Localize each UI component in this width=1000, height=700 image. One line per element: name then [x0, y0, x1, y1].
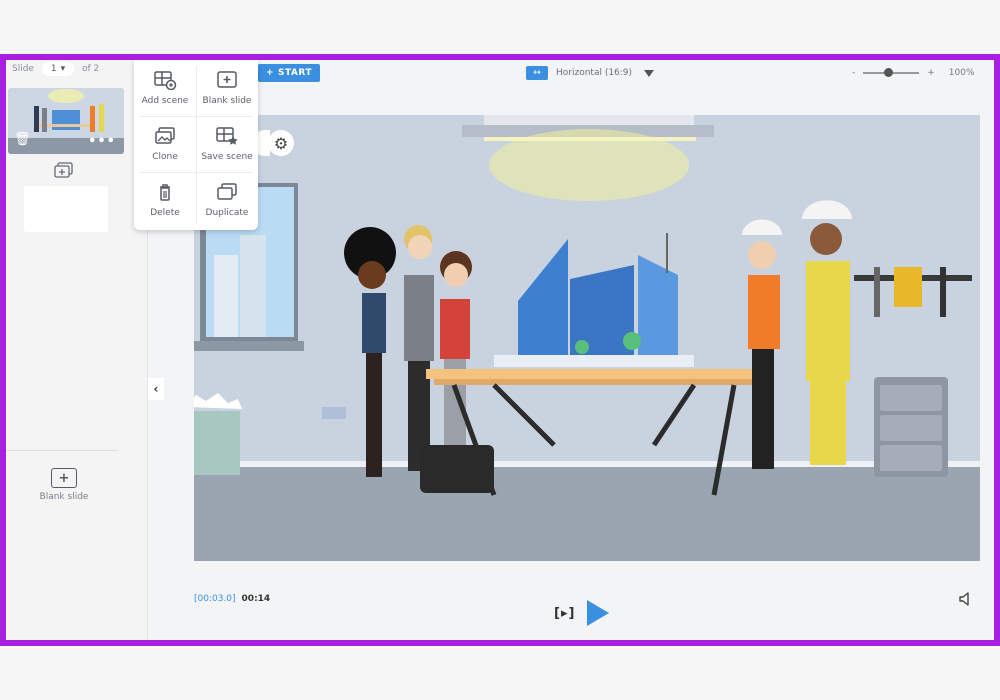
slide-label: Slide	[12, 64, 34, 74]
zoom-slider-handle[interactable]	[884, 68, 894, 77]
more-options-icon[interactable]: •••	[88, 134, 116, 149]
sidebar-divider	[6, 450, 118, 451]
caret-down-icon	[644, 69, 655, 77]
playback-time: [00:03.0] 00:14	[194, 594, 270, 604]
add-scene-label: Add scene	[141, 96, 189, 106]
slide-number-select[interactable]: 1 ▾	[41, 62, 74, 76]
app-window: Slide 1 ▾ of 2 🗑 ••• + Blank slide Add s…	[0, 54, 1000, 646]
zoom-in-button[interactable]: +	[927, 68, 935, 78]
trash-icon	[160, 184, 170, 201]
volume-icon[interactable]	[958, 592, 974, 606]
slide-thumbnail[interactable]: 🗑 •••	[8, 88, 124, 154]
blank-slide-icon	[217, 71, 237, 88]
orientation-select[interactable]: ↔ Horizontal (16:9)	[526, 66, 655, 80]
scene-canvas[interactable]	[194, 115, 980, 561]
slide-navigator: Slide 1 ▾ of 2	[12, 60, 99, 78]
gear-icon[interactable]: ⚙	[268, 130, 294, 156]
clone-icon	[155, 127, 175, 144]
trash-icon[interactable]: 🗑	[14, 132, 31, 147]
blank-slide-menu-button[interactable]: Blank slide	[196, 60, 258, 116]
plus-icon: +	[51, 468, 77, 488]
add-scene-icon	[154, 71, 177, 90]
chevron-down-icon: ▾	[60, 64, 66, 74]
duplicate-icon	[217, 183, 237, 200]
scene-menu: Add scene Blank slide Clone Save scene D…	[134, 60, 258, 230]
playback-controls: [▸]	[554, 600, 610, 626]
delete-button[interactable]: Delete	[134, 172, 196, 228]
delete-label: Delete	[150, 208, 180, 218]
zoom-slider[interactable]	[863, 68, 920, 77]
blank-slide-menu-label: Blank slide	[202, 96, 252, 106]
slides-sidebar: Slide 1 ▾ of 2 🗑 ••• + Blank slide	[6, 60, 148, 640]
zoom-control: - + 100%	[852, 68, 975, 78]
slide-thumbnail-2[interactable]	[24, 186, 108, 232]
blank-slide-label: Blank slide	[39, 492, 89, 502]
plus-icon: +	[265, 68, 274, 78]
save-scene-button[interactable]: Save scene	[196, 116, 258, 172]
office-scene-illustration	[194, 115, 980, 561]
current-time: [00:03.0]	[194, 594, 236, 604]
duplicate-label: Duplicate	[205, 208, 249, 218]
start-button[interactable]: + START	[258, 64, 320, 82]
zoom-out-button[interactable]: -	[852, 68, 855, 78]
add-slide-icon[interactable]	[54, 162, 74, 178]
orientation-label: Horizontal (16:9)	[556, 68, 633, 78]
chevron-left-icon: ‹	[153, 382, 159, 396]
duplicate-button[interactable]: Duplicate	[196, 172, 258, 228]
clone-button[interactable]: Clone	[134, 116, 196, 172]
horizontal-ratio-icon: ↔	[526, 66, 548, 80]
blank-slide-button[interactable]: + Blank slide	[28, 468, 100, 502]
slide-number: 1	[50, 64, 57, 74]
add-scene-button[interactable]: Add scene	[134, 60, 196, 116]
slide-count: of 2	[81, 64, 100, 74]
zoom-level: 100%	[948, 68, 975, 78]
start-label: START	[277, 68, 313, 78]
collapse-sidebar-button[interactable]: ‹	[148, 378, 164, 400]
total-time: 00:14	[241, 594, 271, 604]
play-icon[interactable]	[587, 600, 610, 626]
play-scene-button[interactable]: [▸]	[554, 606, 575, 621]
clone-label: Clone	[152, 152, 178, 162]
save-scene-icon	[216, 127, 238, 145]
save-scene-label: Save scene	[201, 152, 253, 162]
